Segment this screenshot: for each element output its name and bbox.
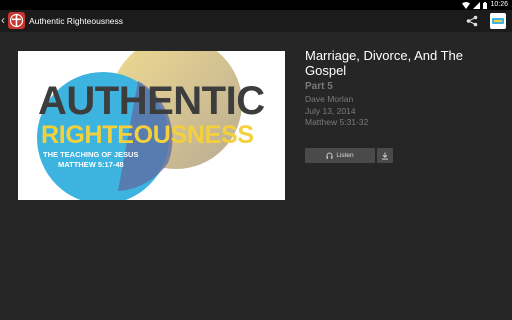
download-button[interactable] [377, 148, 393, 163]
artwork-subtitle-line1: THE TEACHING OF JESUS [43, 150, 139, 159]
sermon-title: Marriage, Divorce, And The Gospel [305, 48, 463, 78]
battery-icon [483, 1, 488, 9]
sermon-info: Marriage, Divorce, And The Gospel Part 5… [305, 48, 505, 129]
artwork-title-line1: AUTHENTIC [38, 79, 265, 123]
app-bar: ‹ Authentic Righteousness [0, 10, 512, 32]
sermon-part: Part 5 [305, 81, 333, 92]
artwork-title-line2: RIGHTEOUSNESS [41, 121, 254, 149]
sermon-passage: Matthew 5:31-32 [305, 117, 369, 127]
profile-icon[interactable] [490, 13, 506, 29]
download-icon [382, 152, 388, 160]
headphones-icon [326, 152, 333, 159]
artwork-subtitle-line2: MATTHEW 5:17-48 [58, 160, 124, 169]
listen-button[interactable]: Listen [305, 148, 375, 163]
signal-icon [473, 1, 481, 9]
sermon-artwork: AUTHENTIC RIGHTEOUSNESS THE TEACHING OF … [18, 51, 285, 200]
sermon-speaker: Dave Morlan [305, 94, 354, 104]
church-logo-icon[interactable] [8, 12, 25, 29]
sermon-actions: Listen [305, 148, 393, 163]
wifi-icon [462, 1, 471, 9]
status-bar: 10:26 [0, 0, 512, 10]
page-title: Authentic Righteousness [29, 16, 124, 26]
status-time: 10:26 [490, 1, 508, 8]
sermon-date: July 13, 2014 [305, 105, 356, 116]
listen-label: Listen [336, 152, 354, 159]
back-chevron-icon[interactable]: ‹ [1, 14, 5, 27]
share-icon[interactable] [466, 15, 478, 27]
status-icons: 10:26 [462, 0, 508, 10]
